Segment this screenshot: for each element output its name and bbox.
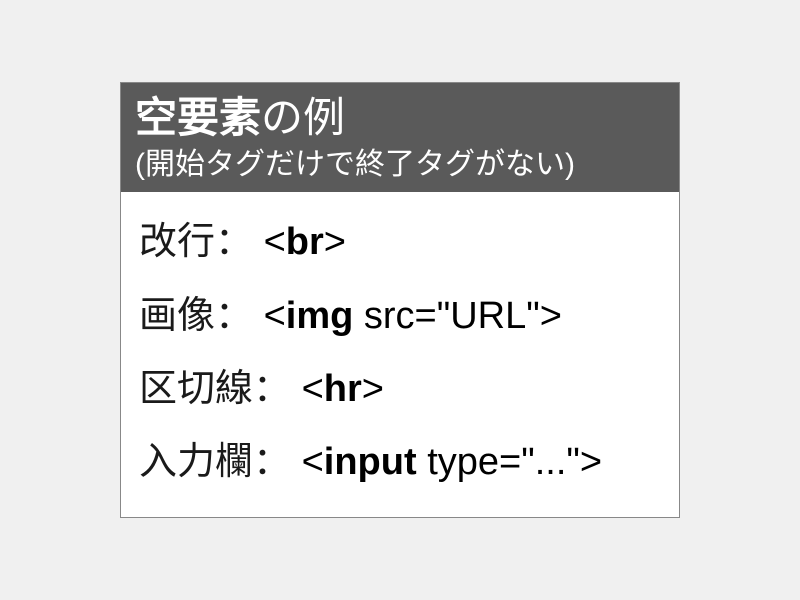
header-title-bold: 空要素 [135, 94, 261, 141]
header-subtitle: (開始タグだけで終了タグがない) [135, 145, 665, 184]
tag-name: br [286, 221, 324, 263]
tag-attr: type="..." [417, 441, 580, 483]
tag-close: > [324, 221, 346, 263]
void-elements-card: 空要素の例 (開始タグだけで終了タグがない) 改行： <br> 画像： <img… [120, 82, 680, 518]
list-item: 区切線： <hr> [139, 353, 661, 426]
tag-close: > [362, 368, 384, 410]
tag-open: < [302, 368, 324, 410]
tag-open: < [264, 221, 286, 263]
tag-close: > [580, 441, 602, 483]
tag-name: input [324, 441, 417, 483]
tag-close: > [540, 295, 562, 337]
item-label: 画像： [139, 295, 253, 337]
tag-name: img [286, 295, 354, 337]
list-item: 入力欄： <input type="..."> [139, 426, 661, 499]
item-tag: <input type="..."> [302, 441, 603, 483]
tag-open: < [302, 441, 324, 483]
header-title-light: の例 [261, 94, 345, 141]
header-title: 空要素の例 [135, 93, 665, 143]
tag-attr: src="URL" [353, 295, 539, 337]
tag-name: hr [324, 368, 362, 410]
tag-open: < [264, 295, 286, 337]
card-content: 改行： <br> 画像： <img src="URL"> 区切線： <hr> 入… [121, 192, 679, 517]
item-label: 改行： [139, 221, 253, 263]
card-header: 空要素の例 (開始タグだけで終了タグがない) [121, 83, 679, 192]
item-tag: <br> [264, 221, 346, 263]
item-tag: <hr> [302, 368, 384, 410]
list-item: 改行： <br> [139, 206, 661, 279]
list-item: 画像： <img src="URL"> [139, 280, 661, 353]
item-label: 入力欄： [139, 441, 291, 483]
item-tag: <img src="URL"> [264, 295, 562, 337]
item-label: 区切線： [139, 368, 291, 410]
